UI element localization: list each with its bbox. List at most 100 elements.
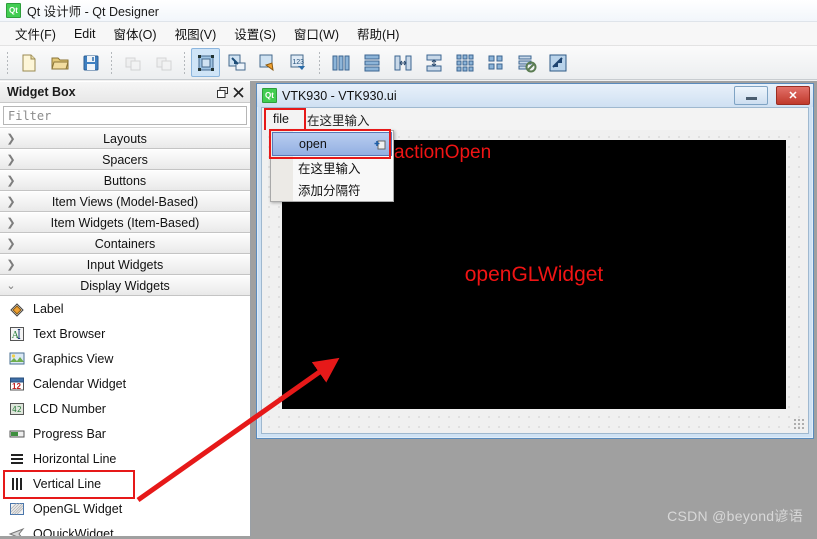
layout-vertically-icon[interactable] — [357, 48, 386, 77]
toolbar-separator — [7, 51, 8, 74]
edit-widgets-icon[interactable] — [191, 48, 220, 77]
menubar: 文件(F) Edit 窗体(O) 视图(V) 设置(S) 窗口(W) 帮助(H) — [0, 22, 817, 46]
widget-item-progress-bar[interactable]: Progress Bar — [0, 421, 250, 446]
minimize-icon[interactable] — [734, 86, 768, 105]
menu-settings[interactable]: 设置(S) — [225, 21, 285, 46]
widget-item-vertical-line[interactable]: Vertical Line — [0, 471, 250, 496]
category-input-widgets[interactable]: ❯ Input Widgets — [0, 254, 250, 275]
category-label: Containers — [94, 236, 156, 251]
redo-icon[interactable] — [149, 48, 178, 77]
titlebar: Qt Qt 设计师 - Qt Designer — [0, 0, 817, 22]
edit-tab-order-icon[interactable]: 123 — [284, 48, 313, 77]
category-label: Item Views (Model-Based) — [51, 194, 199, 209]
label-icon — [8, 300, 25, 317]
category-label: Buttons — [103, 173, 147, 188]
chevron-right-icon: ❯ — [6, 154, 16, 166]
open-form-icon[interactable] — [45, 48, 74, 77]
svg-text:A: A — [11, 330, 19, 341]
menu-item-add-separator[interactable]: 添加分隔符 — [272, 178, 392, 200]
form-body: file 在这里输入 openGLWidget open 在这里输入 添加分隔符… — [261, 107, 809, 434]
widget-box-titlebar: Widget Box — [0, 81, 250, 103]
category-item-views[interactable]: ❯ Item Views (Model-Based) — [0, 191, 250, 212]
vertical-line-icon — [8, 475, 25, 492]
qt-logo-icon: Qt — [6, 3, 21, 18]
layout-horizontally-icon[interactable] — [326, 48, 355, 77]
new-form-icon[interactable] — [14, 48, 43, 77]
form-menubar: file 在这里输入 — [262, 107, 808, 139]
chevron-right-icon: ❯ — [6, 217, 16, 229]
category-label: Spacers — [102, 152, 148, 167]
design-workspace: Qt VTK930 - VTK930.ui ✕ file 在这里输入 openG… — [251, 81, 817, 536]
category-label: Display Widgets — [80, 278, 170, 293]
progress-bar-icon — [8, 425, 25, 442]
widget-item-graphics-view[interactable]: Graphics View — [0, 346, 250, 371]
menu-form[interactable]: 窗体(O) — [105, 21, 166, 46]
save-form-icon[interactable] — [76, 48, 105, 77]
resize-grip[interactable] — [793, 418, 805, 430]
close-icon[interactable]: ✕ — [776, 86, 810, 105]
widget-item-text-browser[interactable]: A Text Browser — [0, 321, 250, 346]
form-window: Qt VTK930 - VTK930.ui ✕ file 在这里输入 openG… — [256, 83, 814, 439]
qt-logo-icon: Qt — [262, 88, 277, 103]
category-containers[interactable]: ❯ Containers — [0, 233, 250, 254]
menu-file[interactable]: 文件(F) — [6, 21, 65, 46]
graphics-view-icon — [8, 350, 25, 367]
widget-box-filter-placeholder: Filter — [8, 108, 52, 123]
form-menu-placeholder[interactable]: 在这里输入 — [299, 107, 378, 132]
widget-item-lcd-number[interactable]: 42 LCD Number — [0, 396, 250, 421]
undo-icon[interactable] — [118, 48, 147, 77]
undock-icon[interactable] — [214, 84, 230, 100]
widget-item-text: Progress Bar — [33, 426, 106, 441]
svg-text:123: 123 — [292, 59, 304, 66]
category-label: Input Widgets — [86, 257, 164, 272]
form-menu-file[interactable]: file — [265, 109, 297, 129]
layout-form-icon[interactable] — [481, 48, 510, 77]
widget-item-text: Label — [33, 301, 64, 316]
svg-text:12: 12 — [12, 382, 21, 391]
menu-item-placeholder[interactable]: 在这里输入 — [272, 156, 392, 178]
svg-text:42: 42 — [12, 405, 22, 414]
menu-edit[interactable]: Edit — [65, 24, 105, 44]
widget-item-text: LCD Number — [33, 401, 106, 416]
widget-item-text: Text Browser — [33, 326, 106, 341]
opengl-widget-label: openGLWidget — [464, 262, 604, 286]
widget-item-qquickwidget[interactable]: QQuickWidget — [0, 521, 250, 536]
layout-splitter-vertical-icon[interactable] — [419, 48, 448, 77]
form-window-title: VTK930 - VTK930.ui — [282, 88, 397, 103]
category-layouts[interactable]: ❯ Layouts — [0, 128, 250, 149]
watermark: CSDN @beyond谚语 — [667, 508, 803, 524]
layout-splitter-horizontal-icon[interactable] — [388, 48, 417, 77]
menu-help[interactable]: 帮助(H) — [348, 21, 408, 46]
toolbar: 123 — [0, 46, 817, 80]
category-display-widgets[interactable]: ⌄ Display Widgets — [0, 275, 250, 296]
widget-item-label[interactable]: Label — [0, 296, 250, 321]
widget-box-filter[interactable]: Filter — [3, 106, 247, 125]
chevron-right-icon: ❯ — [6, 238, 16, 250]
toolbar-separator — [111, 51, 112, 74]
widget-box-list[interactable]: ❯ Layouts ❯ Spacers ❯ Buttons ❯ Item Vie… — [0, 127, 250, 536]
menu-view[interactable]: 视图(V) — [166, 21, 226, 46]
widget-item-opengl-widget[interactable]: OpenGL Widget — [0, 496, 250, 521]
break-layout-icon[interactable] — [512, 48, 541, 77]
edit-signals-slots-icon[interactable] — [222, 48, 251, 77]
widget-item-text: QQuickWidget — [33, 526, 114, 537]
close-icon[interactable] — [230, 84, 246, 100]
widget-box-dock: Widget Box Filter ❯ Layouts ❯ Spacers ❯ … — [0, 81, 251, 536]
menu-window[interactable]: 窗口(W) — [285, 21, 348, 46]
calendar-widget-icon: 12 — [8, 375, 25, 392]
chevron-right-icon: ❯ — [6, 259, 16, 271]
menu-item-open[interactable]: open — [272, 132, 392, 156]
widget-item-calendar-widget[interactable]: 12 Calendar Widget — [0, 371, 250, 396]
widget-item-horizontal-line[interactable]: Horizontal Line — [0, 446, 250, 471]
form-titlebar: Qt VTK930 - VTK930.ui ✕ — [257, 84, 813, 107]
category-spacers[interactable]: ❯ Spacers — [0, 149, 250, 170]
layout-grid-icon[interactable] — [450, 48, 479, 77]
category-item-widgets[interactable]: ❯ Item Widgets (Item-Based) — [0, 212, 250, 233]
menu-item-label: 在这里输入 — [298, 161, 361, 176]
toolbar-separator — [319, 51, 320, 74]
menu-item-label: open — [299, 137, 327, 151]
category-buttons[interactable]: ❯ Buttons — [0, 170, 250, 191]
adjust-size-icon[interactable] — [543, 48, 572, 77]
widget-item-text: Graphics View — [33, 351, 114, 366]
edit-buddies-icon[interactable] — [253, 48, 282, 77]
